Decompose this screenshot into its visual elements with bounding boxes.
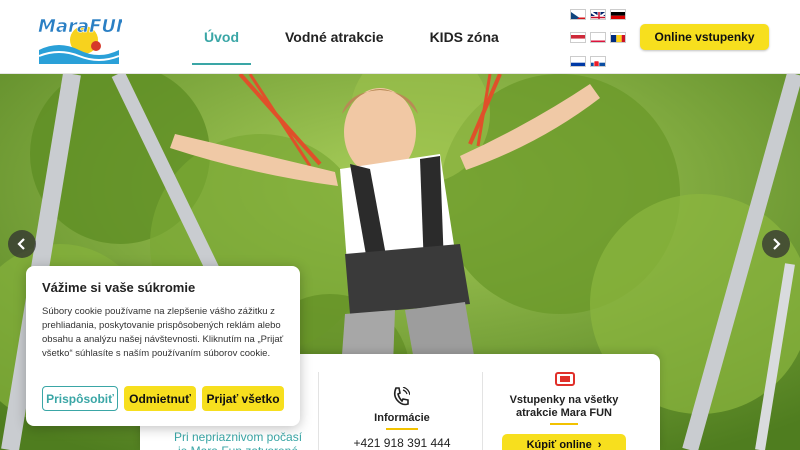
main-nav: Úvod Vodné atrakcie KIDS zóna <box>192 0 541 74</box>
weather-notice: Pri nepriaznivom počasí je Mara Fun zatv… <box>173 430 303 450</box>
flag-gb-icon[interactable] <box>590 9 606 20</box>
contact-title: Informácie <box>374 412 430 424</box>
flag-ro-icon[interactable] <box>610 32 626 43</box>
cookie-title: Vážime si vaše súkromie <box>42 280 196 295</box>
tickets-title: Vstupenky na všetky atrakcie Mara FUN <box>509 394 619 419</box>
nav-vodne-atrakcie[interactable]: Vodné atrakcie <box>281 23 388 51</box>
flag-ru-icon[interactable] <box>570 56 586 67</box>
chevron-left-icon <box>17 238 25 250</box>
site-header: MaraFUN Úvod Vodné atrakcie KIDS zóna On… <box>0 0 800 74</box>
info-divider <box>318 372 319 450</box>
flag-hu-icon[interactable] <box>570 32 586 43</box>
svg-text:MaraFUN: MaraFUN <box>38 16 122 37</box>
flag-cz-icon[interactable] <box>570 9 586 20</box>
buy-online-button[interactable]: Kúpiť online › <box>502 434 626 450</box>
marafun-logo[interactable]: MaraFUN <box>34 10 131 64</box>
accent-line <box>550 423 578 425</box>
info-divider <box>482 372 483 450</box>
buy-online-label: Kúpiť online <box>526 439 592 450</box>
slider-next-button[interactable] <box>762 230 790 258</box>
cookie-consent-dialog: Vážime si vaše súkromie Súbory cookie po… <box>26 266 300 426</box>
ticket-icon <box>555 372 575 391</box>
cookie-reject-button[interactable]: Odmietnuť <box>124 386 196 411</box>
cookie-accept-button[interactable]: Prijať všetko <box>202 386 284 411</box>
phone-number[interactable]: +421 918 391 444 <box>342 436 462 450</box>
phone-icon <box>392 386 411 412</box>
flag-pl-icon[interactable] <box>590 32 606 43</box>
cookie-customize-button[interactable]: Prispôsobiť <box>42 386 118 411</box>
flag-sk-icon[interactable] <box>590 56 606 67</box>
cookie-text: Súbory cookie používame na zlepšenie váš… <box>42 306 284 359</box>
chevron-right-icon <box>773 238 781 250</box>
nav-kids-zona[interactable]: KIDS zóna <box>426 23 503 51</box>
cookie-buttons: Prispôsobiť Odmietnuť Prijať všetko <box>42 386 290 411</box>
slider-prev-button[interactable] <box>8 230 36 258</box>
accent-line <box>386 428 418 430</box>
arrow-right-icon: › <box>597 439 602 450</box>
online-tickets-button[interactable]: Online vstupenky <box>640 24 769 50</box>
flag-de-icon[interactable] <box>610 9 626 20</box>
nav-uvod[interactable]: Úvod <box>192 23 251 65</box>
